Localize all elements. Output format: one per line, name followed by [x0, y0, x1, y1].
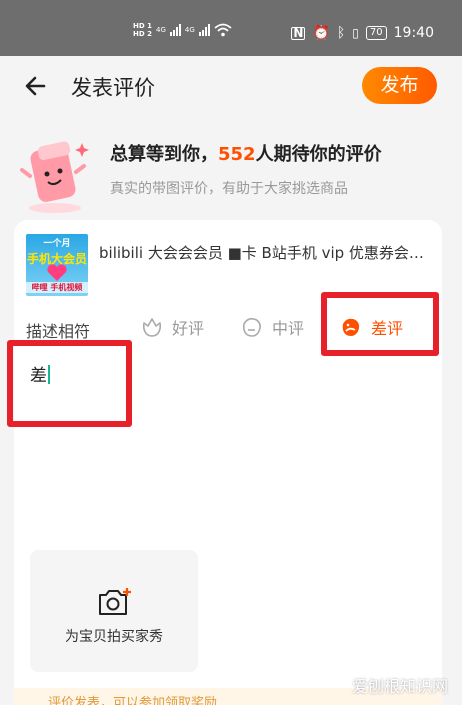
clock: 19:40	[393, 25, 434, 41]
flower-icon	[142, 318, 162, 337]
product-title: bilibili 大会会会员 ■卡 B站手机 vip 优惠券会员卡	[99, 244, 429, 262]
alarm-icon: ⏰	[312, 25, 330, 41]
wifi-icon	[214, 23, 232, 37]
promo-subtitle: 真实的带图评价，有助于大家挑选商品	[110, 181, 348, 197]
rating-option-neutral-label: 中评	[272, 319, 305, 338]
net2-label: 4G	[184, 26, 195, 34]
neutral-face-icon	[242, 317, 261, 337]
product-thumbnail: 一个月 手机大会员 哔哩 手机视频	[26, 234, 88, 296]
promo-headline: 总算等到你，552人期待你的评价	[110, 140, 382, 166]
rating-option-good[interactable]: 好评	[140, 315, 204, 339]
promo-suffix: 人期待你的评价	[255, 144, 382, 165]
publish-button[interactable]: 发布	[362, 67, 437, 104]
promo-prefix: 总算等到你，	[110, 144, 218, 165]
heart-icon	[47, 264, 67, 281]
rating-option-neutral[interactable]: 中评	[240, 315, 304, 339]
sim-labels: HD 1 HD 2	[133, 22, 152, 38]
signal2-icon	[198, 24, 210, 36]
rating-option-good-label: 好评	[172, 319, 205, 338]
thumb-top-text: 一个月	[43, 239, 71, 249]
highlight-box-text	[7, 340, 132, 427]
add-photo-button[interactable]: 为宝贝拍买家秀	[30, 550, 198, 672]
camera-plus-icon	[99, 588, 131, 615]
page-title: 发表评价	[71, 76, 155, 100]
sim1-label: HD 1	[133, 22, 152, 30]
signal1-icon	[169, 24, 181, 36]
vibrate-icon: ▯	[352, 26, 359, 40]
back-arrow-icon[interactable]	[22, 70, 54, 102]
bluetooth-icon: ᛒ	[336, 25, 346, 41]
watermark: 爱刨根知识网	[351, 677, 448, 696]
add-photo-label: 为宝贝拍买家秀	[65, 629, 163, 645]
sim2-label: HD 2	[133, 30, 152, 38]
system-indicators: N ⏰ ᛒ ▯ 70 19:40	[291, 25, 434, 41]
highlight-box-rating	[321, 292, 439, 356]
net1-label: 4G	[155, 26, 166, 34]
waiting-count: 552	[218, 144, 256, 165]
battery-icon: 70	[365, 26, 387, 40]
nfc-icon: N	[291, 25, 306, 40]
review-card: 一个月 手机大会员 哔哩 手机视频 bilibili 大会会会员 ■卡 B站手机…	[7, 220, 442, 705]
reward-tip-text: 评价发表，可以参加领取奖励	[48, 696, 218, 705]
thumb-bottom-text: 哔哩 手机视频	[26, 282, 88, 293]
mascot-icon	[20, 141, 89, 213]
rating-label: 描述相符	[26, 322, 91, 341]
header-bar: 发表评价 发布	[0, 56, 462, 116]
promo-banner: 总算等到你，552人期待你的评价 真实的带图评价，有助于大家挑选商品	[0, 120, 462, 215]
network-indicators: HD 1 HD 2 4G 4G	[133, 22, 232, 38]
status-bar: HD 1 HD 2 4G 4G N ⏰ ᛒ ▯ 70 19:40	[0, 0, 462, 56]
